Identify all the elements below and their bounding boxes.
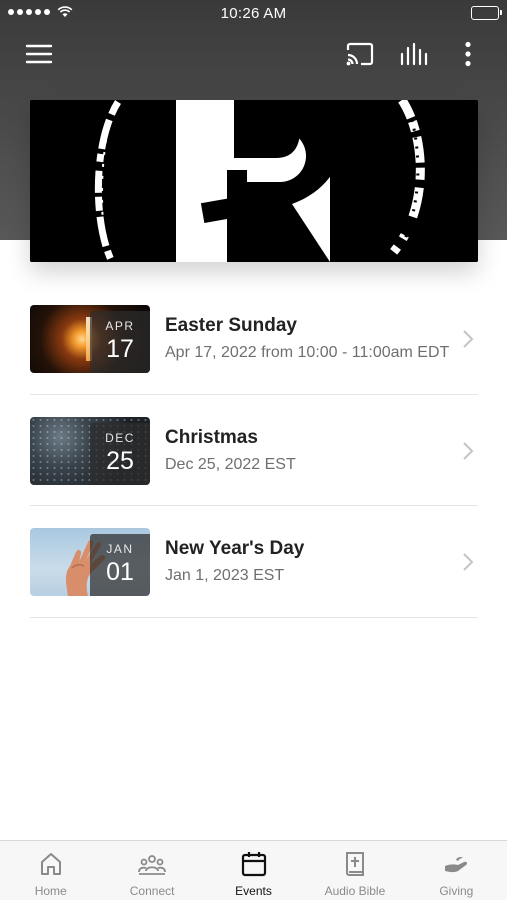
status-bar: 10:26 AM — [0, 0, 507, 28]
list-item[interactable]: DEC 25 Christmas Dec 25, 2022 EST — [30, 395, 478, 506]
event-day: 17 — [106, 335, 134, 363]
app-toolbar — [0, 30, 507, 76]
event-day: 25 — [106, 446, 134, 475]
bible-icon — [345, 852, 364, 876]
date-badge: APR 17 — [90, 311, 150, 373]
bottom-tab-bar: Home Connect Events Audio Bible Giving — [0, 840, 507, 900]
calendar-icon — [241, 852, 266, 877]
hero-banner[interactable] — [30, 100, 478, 262]
chevron-right-icon — [463, 330, 474, 348]
tab-home[interactable]: Home — [0, 841, 101, 900]
event-subtitle: Jan 1, 2023 EST — [165, 567, 285, 584]
equalizer-icon[interactable] — [398, 38, 430, 70]
tab-giving[interactable]: Giving — [406, 841, 507, 900]
chevron-right-icon — [463, 441, 474, 460]
date-badge: DEC 25 — [90, 422, 150, 485]
chevron-right-icon — [463, 553, 474, 571]
home-icon — [40, 853, 61, 875]
event-thumbnail: JAN 01 — [30, 528, 150, 596]
event-month: JAN — [106, 542, 134, 556]
list-item[interactable]: JAN 01 New Year's Day Jan 1, 2023 EST — [30, 506, 478, 618]
list-item[interactable]: APR 17 Easter Sunday Apr 17, 2022 from 1… — [30, 283, 478, 395]
tab-label: Connect — [129, 884, 175, 898]
more-vertical-icon[interactable] — [452, 38, 484, 70]
tab-label: Audio Bible — [324, 884, 386, 898]
status-time: 10:26 AM — [220, 5, 287, 22]
event-month: DEC — [105, 430, 135, 445]
date-badge: JAN 01 — [90, 534, 150, 596]
tab-label: Events — [235, 884, 272, 898]
event-subtitle: Apr 17, 2022 from 10:00 - 11:00am EDT — [165, 344, 450, 361]
event-list: APR 17 Easter Sunday Apr 17, 2022 from 1… — [30, 283, 478, 618]
tab-label: Giving — [439, 884, 474, 898]
battery-icon — [471, 6, 502, 20]
event-thumbnail: DEC 25 — [30, 416, 150, 485]
event-title: Christmas — [165, 426, 258, 448]
event-subtitle: Dec 25, 2022 EST — [165, 455, 296, 473]
people-icon — [138, 855, 167, 875]
tab-audio-bible[interactable]: Audio Bible — [304, 841, 405, 900]
event-title: Easter Sunday — [165, 315, 297, 336]
tab-events[interactable]: Events — [203, 841, 304, 900]
hamburger-icon[interactable] — [23, 38, 55, 70]
tab-label: Home — [34, 884, 67, 898]
event-title: New Year's Day — [165, 538, 305, 559]
tab-connect[interactable]: Connect — [101, 841, 202, 900]
cast-icon[interactable] — [344, 38, 376, 70]
event-thumbnail: APR 17 — [30, 305, 150, 373]
giving-hand-icon — [445, 856, 468, 873]
event-day: 01 — [106, 558, 134, 586]
church-logo-image — [30, 100, 478, 262]
event-month: APR — [105, 319, 135, 333]
